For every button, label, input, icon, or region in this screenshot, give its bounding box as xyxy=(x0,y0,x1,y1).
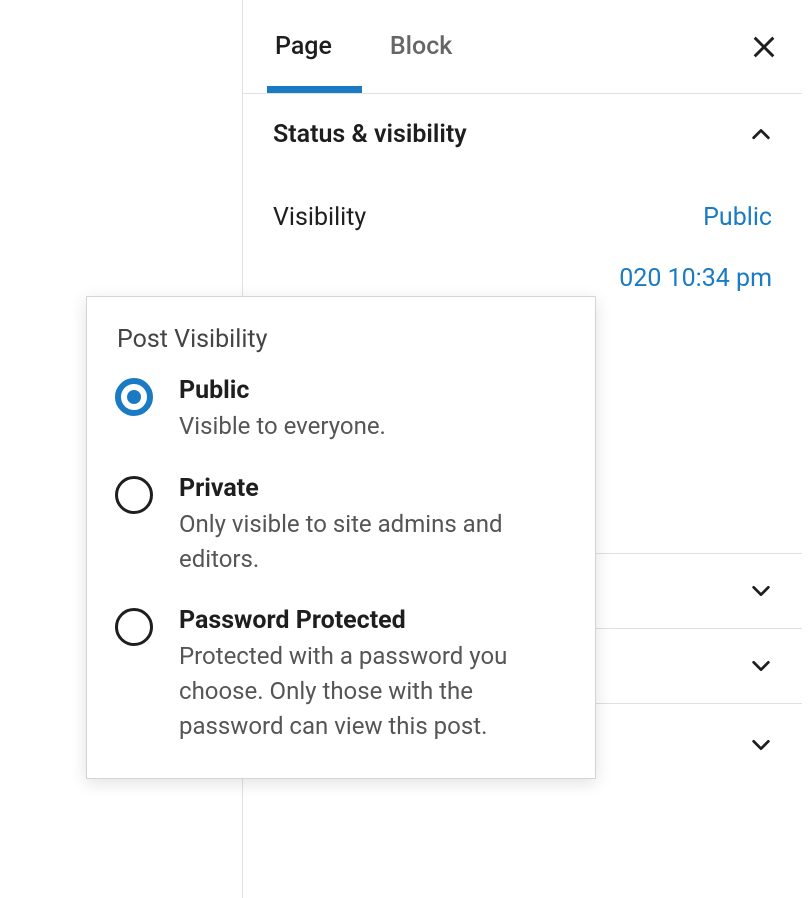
visibility-value-link[interactable]: Public xyxy=(703,203,772,232)
option-text: Public Visible to everyone. xyxy=(179,376,567,444)
visibility-row: Visibility Public xyxy=(273,187,772,248)
radio-private[interactable] xyxy=(115,476,153,514)
chevron-down-icon xyxy=(750,580,772,602)
post-visibility-popover: Post Visibility Public Visible to everyo… xyxy=(86,296,596,779)
chevron-down-icon xyxy=(750,655,772,677)
sidebar-tabs: Page Block xyxy=(243,0,802,94)
option-text: Password Protected Protected with a pass… xyxy=(179,606,567,743)
tab-page[interactable]: Page xyxy=(267,0,340,94)
section-status-visibility-header[interactable]: Status & visibility xyxy=(243,94,802,175)
publish-date-link[interactable]: 020 10:34 pm xyxy=(619,264,772,293)
tab-block[interactable]: Block xyxy=(382,0,460,94)
popover-title: Post Visibility xyxy=(117,325,567,354)
visibility-label: Visibility xyxy=(273,203,366,232)
visibility-option-password[interactable]: Password Protected Protected with a pass… xyxy=(115,606,567,743)
option-text: Private Only visible to site admins and … xyxy=(179,474,567,577)
active-tab-indicator xyxy=(267,86,362,93)
option-description: Protected with a password you choose. On… xyxy=(179,639,567,743)
publish-label xyxy=(273,264,279,293)
radio-public[interactable] xyxy=(115,378,153,416)
chevron-up-icon xyxy=(750,124,772,146)
chevron-down-icon xyxy=(750,734,772,756)
close-icon[interactable] xyxy=(750,33,778,61)
visibility-option-public[interactable]: Public Visible to everyone. xyxy=(115,376,567,444)
option-title: Private xyxy=(179,474,567,503)
option-description: Visible to everyone. xyxy=(179,409,567,444)
section-title: Status & visibility xyxy=(273,120,467,149)
option-title: Public xyxy=(179,376,567,405)
option-description: Only visible to site admins and editors. xyxy=(179,507,567,577)
visibility-option-private[interactable]: Private Only visible to site admins and … xyxy=(115,474,567,577)
radio-password[interactable] xyxy=(115,608,153,646)
option-title: Password Protected xyxy=(179,606,567,635)
